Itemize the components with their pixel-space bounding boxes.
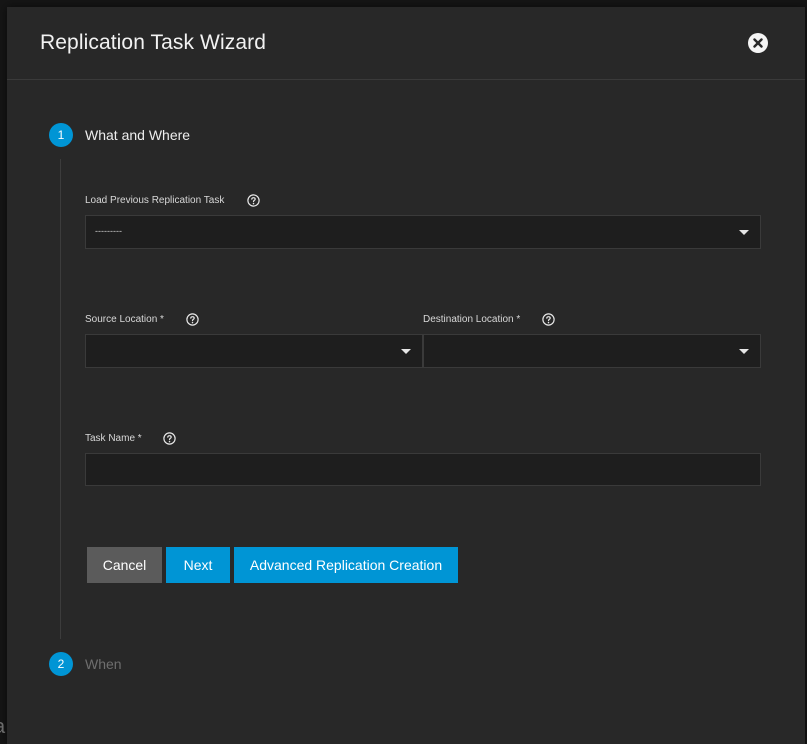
dialog-title: Replication Task Wizard <box>40 31 266 54</box>
source-location-label: Source Location * <box>85 314 164 325</box>
source-location-select[interactable] <box>85 334 423 368</box>
chevron-down-icon <box>401 349 411 354</box>
replication-task-wizard-dialog: Replication Task Wizard 1 What and Where… <box>7 7 805 744</box>
help-icon[interactable] <box>247 194 260 207</box>
help-icon[interactable] <box>542 313 555 326</box>
advanced-replication-creation-button[interactable]: Advanced Replication Creation <box>234 547 458 583</box>
load-previous-task-label: Load Previous Replication Task <box>85 195 225 206</box>
chevron-down-icon <box>739 230 749 235</box>
cancel-button[interactable]: Cancel <box>87 547 162 583</box>
step-2-number[interactable]: 2 <box>49 652 73 676</box>
help-icon[interactable] <box>186 313 199 326</box>
stepper-connector <box>60 159 61 639</box>
step-1-label[interactable]: What and Where <box>85 127 190 143</box>
task-name-input[interactable] <box>85 453 761 486</box>
task-name-label: Task Name * <box>85 433 142 444</box>
step-2-label[interactable]: When <box>85 656 122 672</box>
close-icon[interactable] <box>748 33 768 53</box>
destination-location-label: Destination Location * <box>423 314 521 325</box>
help-icon[interactable] <box>163 432 176 445</box>
load-previous-task-value: --------- <box>95 226 122 236</box>
destination-location-select[interactable] <box>423 334 761 368</box>
next-button[interactable]: Next <box>166 547 230 583</box>
chevron-down-icon <box>739 349 749 354</box>
step-1-number[interactable]: 1 <box>49 123 73 147</box>
load-previous-task-select[interactable]: --------- <box>85 215 761 249</box>
dialog-header: Replication Task Wizard <box>7 7 805 80</box>
background-fragment: a <box>0 716 5 739</box>
